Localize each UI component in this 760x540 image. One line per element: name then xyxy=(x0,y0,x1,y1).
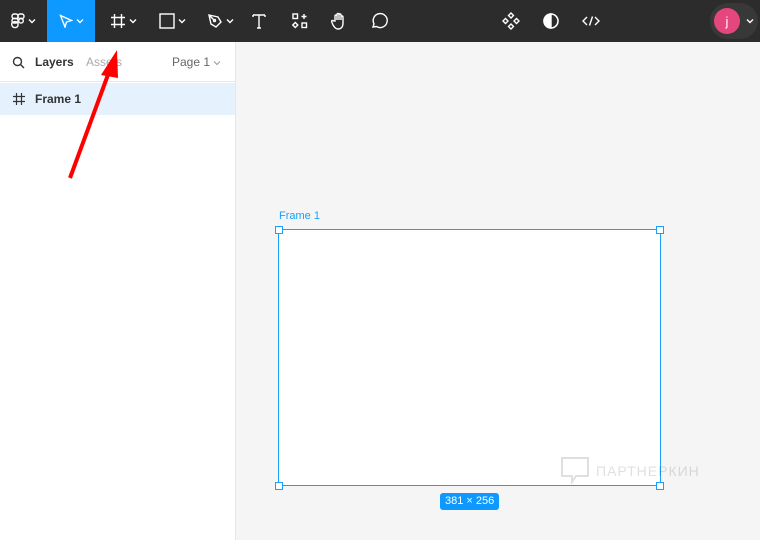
chevron-down-icon xyxy=(129,19,136,24)
pen-icon xyxy=(207,14,222,28)
tab-layers[interactable]: Layers xyxy=(35,55,74,69)
resize-handle-bl[interactable] xyxy=(275,482,283,490)
chevron-down-icon xyxy=(226,19,233,24)
dev-mode-button[interactable] xyxy=(578,0,604,42)
text-tool-button[interactable] xyxy=(246,0,272,42)
page-selector[interactable]: Page 1 xyxy=(172,55,221,69)
frame-tool-button[interactable] xyxy=(103,0,143,42)
chevron-down-icon xyxy=(214,61,221,66)
resize-handle-tl[interactable] xyxy=(275,226,283,234)
avatar: j xyxy=(714,8,740,34)
toolbar: j xyxy=(0,0,760,42)
size-badge: 381 × 256 xyxy=(440,493,500,510)
resources-button[interactable] xyxy=(288,0,312,42)
layer-name: Frame 1 xyxy=(35,92,82,106)
rectangle-icon xyxy=(158,13,175,29)
resources-icon xyxy=(292,13,308,29)
chevron-down-icon xyxy=(178,19,185,24)
move-tool-button[interactable] xyxy=(47,0,95,42)
frame-icon xyxy=(110,14,125,28)
frame-icon xyxy=(13,93,25,105)
search-icon[interactable] xyxy=(12,56,25,69)
theme-toggle-button[interactable] xyxy=(538,0,564,42)
contrast-icon xyxy=(543,13,559,29)
code-icon xyxy=(582,16,600,26)
resize-handle-tr[interactable] xyxy=(656,226,664,234)
sidebar-tabs: Layers Assets Page 1 xyxy=(0,42,235,82)
left-sidebar: Layers Assets Page 1 Frame 1 xyxy=(0,42,236,540)
hand-tool-button[interactable] xyxy=(326,0,352,42)
pen-tool-button[interactable] xyxy=(200,0,240,42)
comment-tool-button[interactable] xyxy=(366,0,392,42)
account-menu[interactable]: j xyxy=(710,3,758,39)
page-name: Page 1 xyxy=(172,55,211,69)
figma-logo-icon xyxy=(10,13,25,29)
comment-icon xyxy=(372,12,388,29)
layer-item[interactable]: Frame 1 xyxy=(0,83,235,115)
cursor-icon xyxy=(58,14,73,28)
chevron-down-icon xyxy=(28,19,35,24)
watermark-text: ПАРТНЕРКИН xyxy=(596,463,700,479)
shape-tool-button[interactable] xyxy=(152,0,192,42)
main-menu-button[interactable] xyxy=(0,0,46,42)
watermark: ПАРТНЕРКИН xyxy=(560,456,700,486)
chevron-down-icon xyxy=(746,19,754,24)
watermark-logo-icon xyxy=(561,457,589,486)
text-icon xyxy=(252,14,266,29)
tab-assets[interactable]: Assets xyxy=(86,55,122,69)
components-icon xyxy=(502,12,520,30)
frame-1[interactable] xyxy=(278,229,661,486)
components-button[interactable] xyxy=(498,0,524,42)
chevron-down-icon xyxy=(76,19,83,24)
frame-label[interactable]: Frame 1 xyxy=(279,210,320,222)
hand-icon xyxy=(330,12,344,30)
